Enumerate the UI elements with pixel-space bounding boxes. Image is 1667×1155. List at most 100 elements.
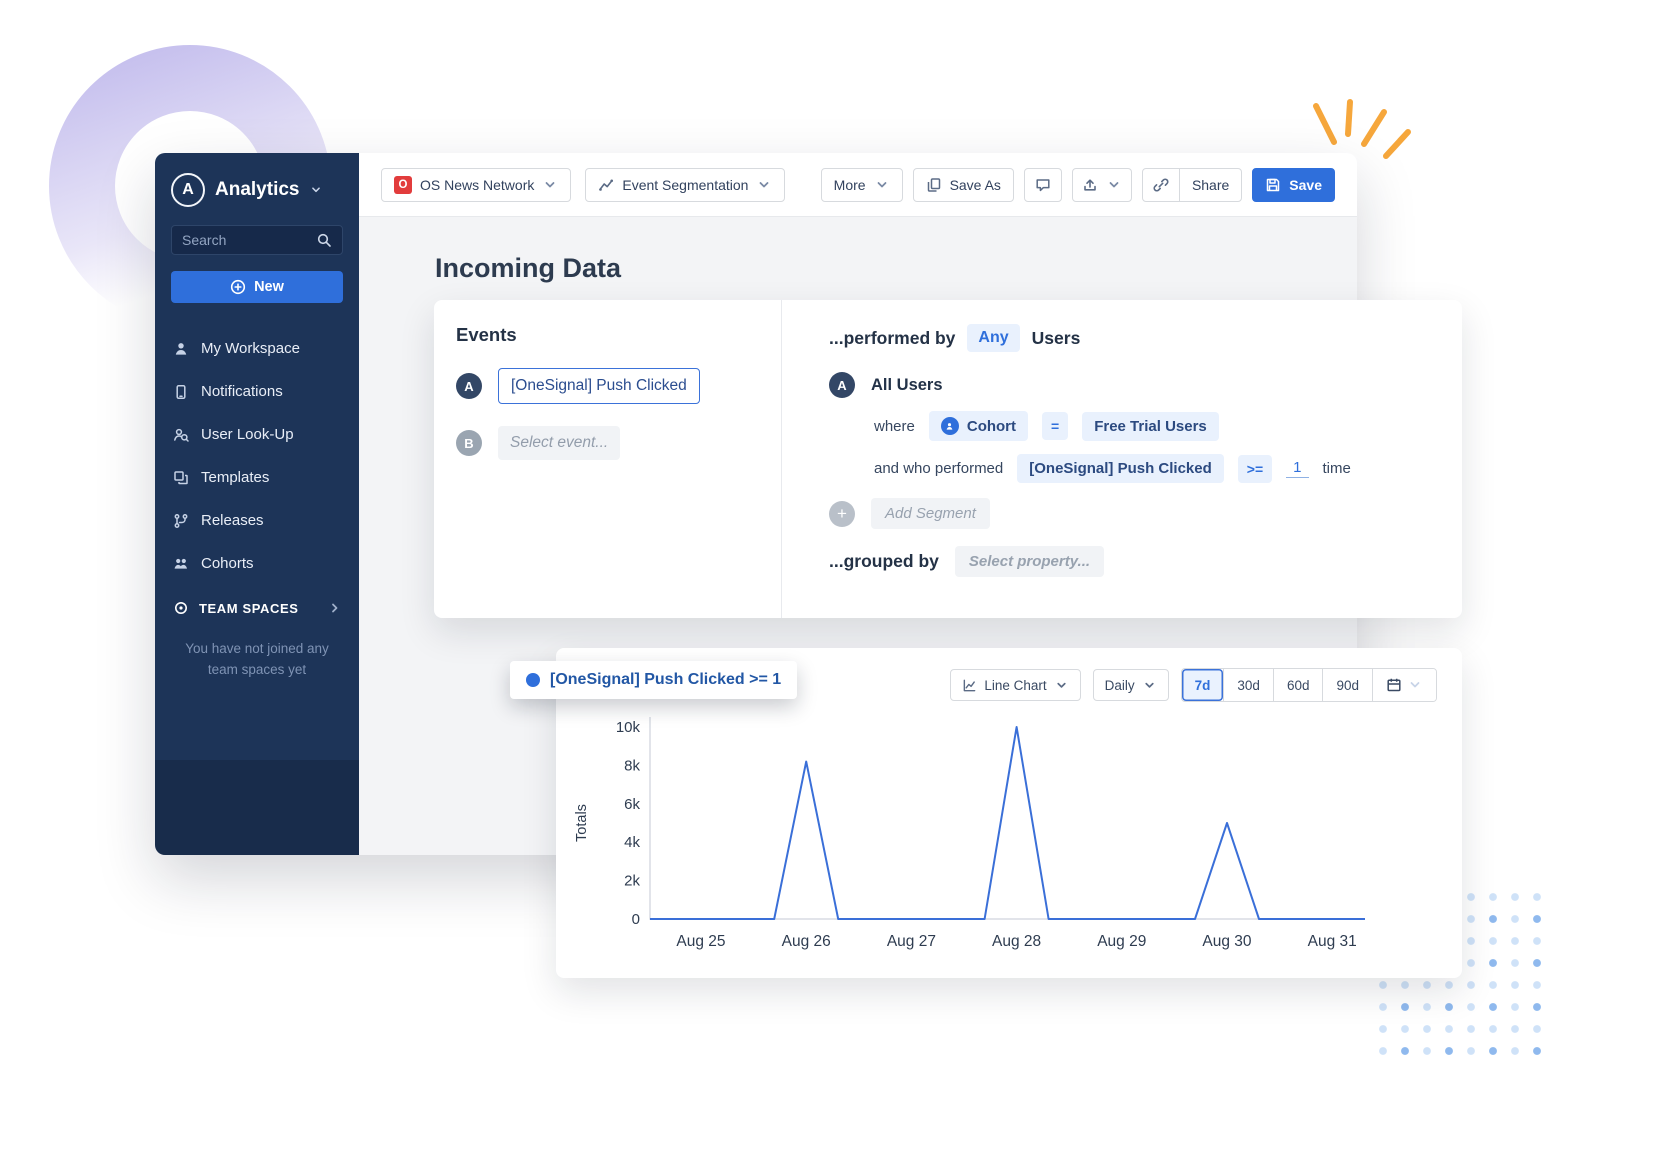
add-segment-plus-icon[interactable]: + [829, 501, 855, 527]
events-heading: Events [456, 324, 759, 346]
sidebar-item-releases[interactable]: Releases [171, 499, 343, 542]
interval-label: Daily [1105, 678, 1135, 693]
report-content: Incoming Data [359, 217, 1357, 284]
sidebar-item-user-look-up[interactable]: User Look-Up [171, 413, 343, 456]
segmentation-icon [598, 177, 614, 193]
cohort-value-chip[interactable]: Free Trial Users [1082, 412, 1219, 441]
toolbar: O OS News Network Event Segmentation [359, 153, 1357, 217]
report-type-selector[interactable]: Event Segmentation [585, 168, 785, 202]
chevron-down-icon [1106, 177, 1122, 193]
svg-text:8k: 8k [624, 757, 640, 774]
copy-link-button[interactable] [1142, 168, 1180, 202]
range-7d[interactable]: 7d [1182, 669, 1224, 701]
performed-by-label: ...performed by [829, 328, 955, 349]
feedback-button[interactable] [1024, 168, 1062, 202]
chevron-down-icon [756, 177, 772, 193]
menu-label: Releases [201, 512, 264, 529]
project-selector[interactable]: O OS News Network [381, 168, 571, 202]
more-button[interactable]: More [821, 168, 903, 202]
cohorts-icon [173, 556, 189, 572]
chart-type-selector[interactable]: Line Chart [950, 669, 1080, 701]
svg-text:Aug 25: Aug 25 [676, 933, 725, 950]
save-button[interactable]: Save [1252, 168, 1335, 202]
new-button[interactable]: New [171, 271, 343, 303]
chevron-down-icon [1142, 678, 1157, 693]
analytics-logo-icon: A [171, 173, 205, 207]
chart-legend[interactable]: [OneSignal] Push Clicked >= 1 [510, 661, 797, 699]
save-as-label: Save As [950, 177, 1001, 193]
custom-date-range[interactable] [1372, 669, 1436, 701]
save-as-button[interactable]: Save As [913, 168, 1014, 202]
project-badge: O [394, 176, 412, 194]
add-segment-row: + Add Segment [829, 498, 1434, 529]
team-spaces-icon [173, 600, 189, 616]
where-row: where Cohort = Free Trial Users [874, 411, 1434, 441]
sidebar-item-team-spaces[interactable]: TEAM SPACES [171, 585, 343, 631]
sidebar-item-my-workspace[interactable]: My Workspace [171, 327, 343, 370]
range-60d[interactable]: 60d [1273, 669, 1323, 701]
event-select-a[interactable]: [OneSignal] Push Clicked [498, 368, 700, 404]
count-input[interactable]: 1 [1286, 459, 1308, 478]
interval-selector[interactable]: Daily [1093, 669, 1169, 701]
copy-icon [926, 177, 942, 193]
chart-type-label: Line Chart [984, 678, 1046, 693]
sidebar-item-cohorts[interactable]: Cohorts [171, 542, 343, 585]
chevron-down-icon [309, 183, 323, 197]
chevron-down-icon [1054, 678, 1069, 693]
date-range-group: 7d 30d 60d 90d [1181, 668, 1437, 702]
share-button[interactable]: Share [1179, 168, 1242, 202]
logo-letter: A [182, 181, 194, 199]
toolbar-right: More Save As [821, 168, 1335, 202]
sidebar-menu: My Workspace Notifications User Look-Up [171, 327, 343, 585]
where-label: where [874, 418, 915, 435]
cohort-property-chip[interactable]: Cohort [929, 411, 1028, 441]
range-30d[interactable]: 30d [1223, 669, 1273, 701]
save-icon [1265, 177, 1281, 193]
series-color-dot [526, 673, 540, 687]
sidebar-item-notifications[interactable]: Notifications [171, 370, 343, 413]
chevron-down-icon [1407, 677, 1423, 693]
calendar-icon [1386, 677, 1402, 693]
team-spaces-empty-note: You have not joined any team spaces yet [171, 639, 343, 681]
sidebar-item-templates[interactable]: Templates [171, 456, 343, 499]
workspace-switcher[interactable]: A Analytics [171, 173, 343, 207]
releases-icon [173, 513, 189, 529]
svg-text:Aug 30: Aug 30 [1202, 933, 1252, 950]
new-button-label: New [254, 279, 284, 295]
any-selector[interactable]: Any [967, 324, 1019, 352]
svg-text:Aug 29: Aug 29 [1097, 933, 1146, 950]
line-chart-icon [962, 678, 977, 693]
templates-icon [173, 470, 189, 486]
time-label: time [1323, 460, 1351, 477]
export-button[interactable] [1072, 168, 1132, 202]
search-input[interactable] [182, 232, 308, 248]
event-badge-a: A [456, 373, 482, 399]
add-segment-button[interactable]: Add Segment [871, 498, 990, 529]
menu-label: Cohorts [201, 555, 254, 572]
performed-event-chip[interactable]: [OneSignal] Push Clicked [1017, 454, 1224, 483]
svg-text:10k: 10k [616, 719, 641, 736]
event-select-b[interactable]: Select event... [498, 426, 620, 460]
performed-count-row: and who performed [OneSignal] Push Click… [874, 454, 1434, 483]
legend-label: [OneSignal] Push Clicked >= 1 [550, 671, 781, 689]
range-90d[interactable]: 90d [1322, 669, 1372, 701]
event-row-a: A [OneSignal] Push Clicked [456, 368, 759, 404]
equals-operator-chip[interactable]: = [1042, 412, 1068, 440]
gte-operator-chip[interactable]: >= [1238, 455, 1272, 483]
more-label: More [834, 177, 866, 193]
menu-label: User Look-Up [201, 426, 294, 443]
svg-text:0: 0 [632, 911, 640, 928]
svg-text:Aug 28: Aug 28 [992, 933, 1041, 950]
brand-name: Analytics [215, 179, 299, 201]
segment-panel: ...performed by Any Users A All Users wh… [781, 300, 1462, 618]
users-label: Users [1032, 328, 1081, 349]
svg-text:2k: 2k [624, 873, 640, 890]
cohort-chip-label: Cohort [967, 418, 1016, 435]
team-spaces-label: TEAM SPACES [199, 601, 299, 616]
workspace-icon [173, 341, 189, 357]
events-panel: Events A [OneSignal] Push Clicked B Sele… [434, 300, 781, 618]
segment-badge: A [829, 372, 855, 398]
menu-label: Templates [201, 469, 269, 486]
group-property-selector[interactable]: Select property... [955, 546, 1104, 577]
sidebar-search[interactable] [171, 225, 343, 255]
